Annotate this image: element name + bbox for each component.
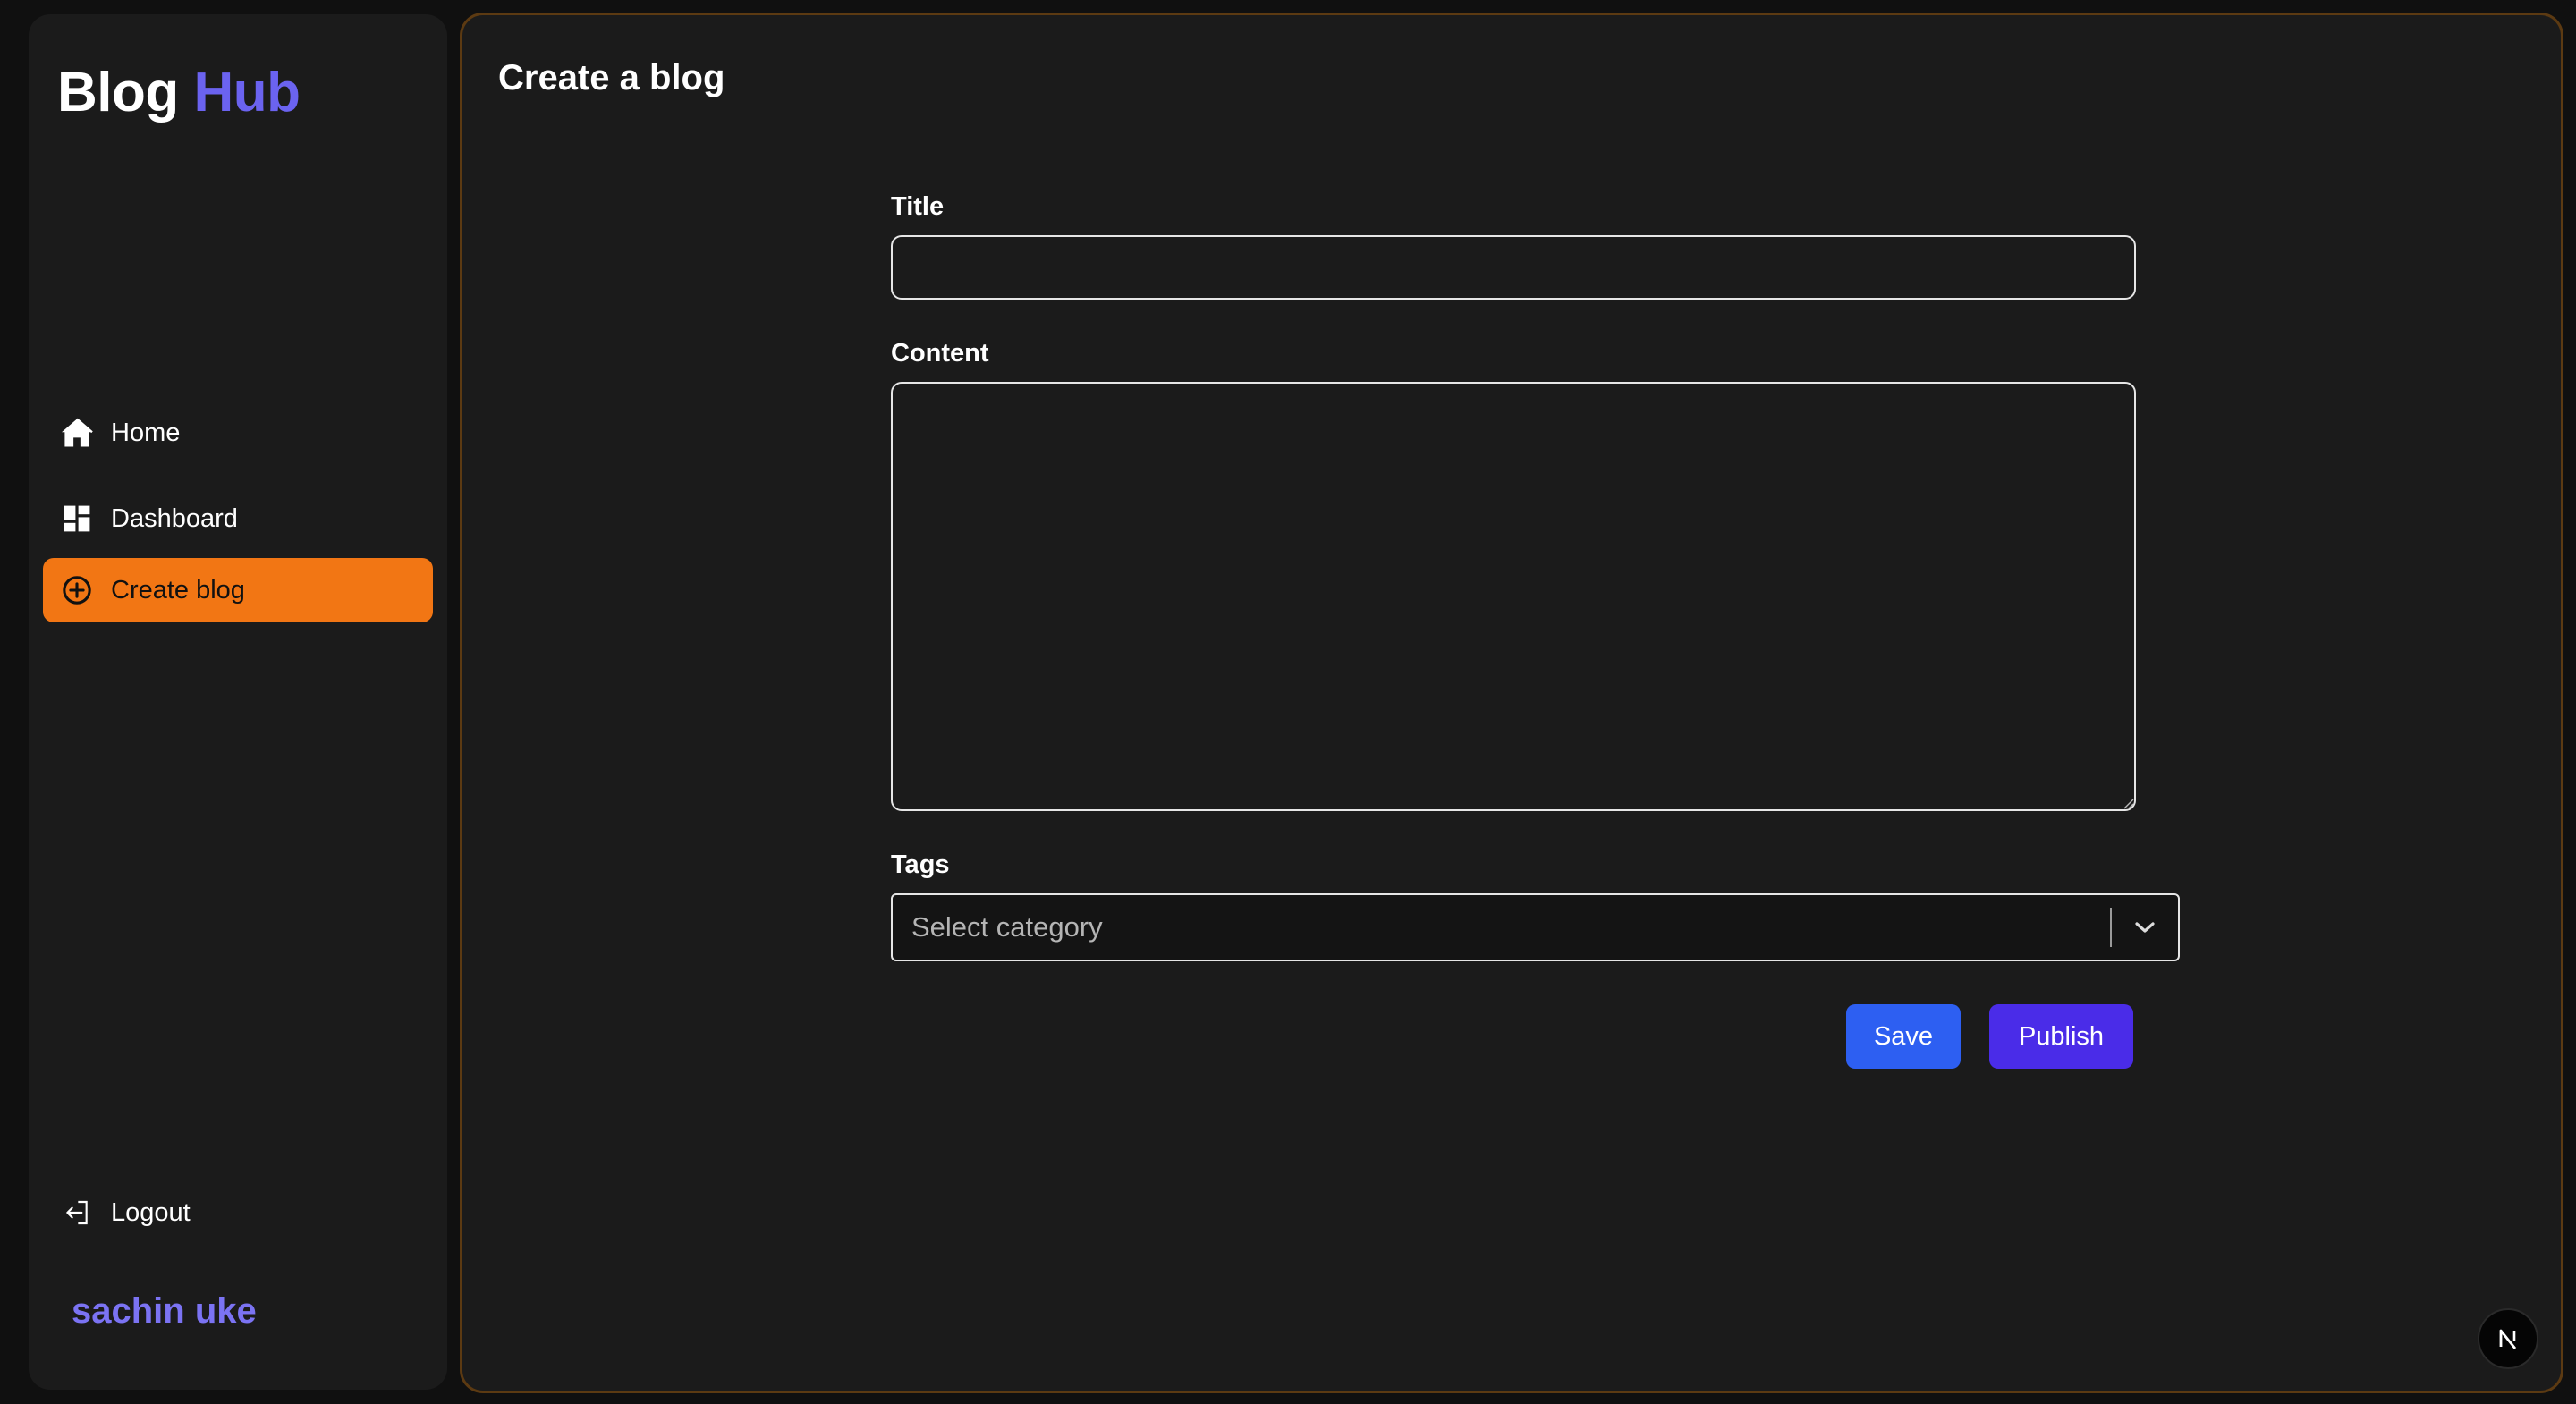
publish-button[interactable]: Publish (1989, 1004, 2133, 1069)
user-name: sachin uke (72, 1291, 257, 1331)
sidebar-item-label: Dashboard (111, 503, 238, 533)
logout-label: Logout (111, 1197, 191, 1227)
logo-text: Blog (57, 62, 179, 123)
dashboard-icon (59, 501, 95, 537)
page-title: Create a blog (498, 58, 725, 97)
sidebar: Blog Hub Home Dashboard Create blog Logo… (29, 14, 447, 1390)
chevron-down-icon[interactable] (2112, 895, 2178, 960)
logout-icon (59, 1195, 95, 1231)
home-icon (59, 415, 95, 451)
nextjs-icon[interactable] (2478, 1308, 2538, 1369)
title-label: Title (891, 192, 945, 221)
content-textarea[interactable] (891, 382, 2136, 811)
tags-placeholder: Select category (911, 911, 1103, 943)
main-panel: Create a blog Title Content Tags Select … (460, 13, 2563, 1393)
tags-label: Tags (891, 850, 950, 879)
sidebar-item-label: Create blog (111, 575, 245, 605)
logout-button[interactable]: Logout (43, 1180, 433, 1245)
sidebar-item-home[interactable]: Home (43, 401, 433, 465)
tags-select[interactable]: Select category (891, 893, 2180, 961)
plus-circle-icon (59, 572, 95, 608)
sidebar-item-dashboard[interactable]: Dashboard (43, 486, 433, 551)
sidebar-item-create-blog[interactable]: Create blog (43, 558, 433, 622)
sidebar-item-label: Home (111, 418, 181, 447)
save-button[interactable]: Save (1846, 1004, 1961, 1069)
title-input[interactable] (891, 235, 2136, 300)
logo-accent-text: Hub (193, 62, 301, 123)
app-logo[interactable]: Blog Hub (57, 61, 301, 124)
content-label: Content (891, 339, 989, 368)
resize-handle-icon[interactable] (2122, 797, 2134, 809)
